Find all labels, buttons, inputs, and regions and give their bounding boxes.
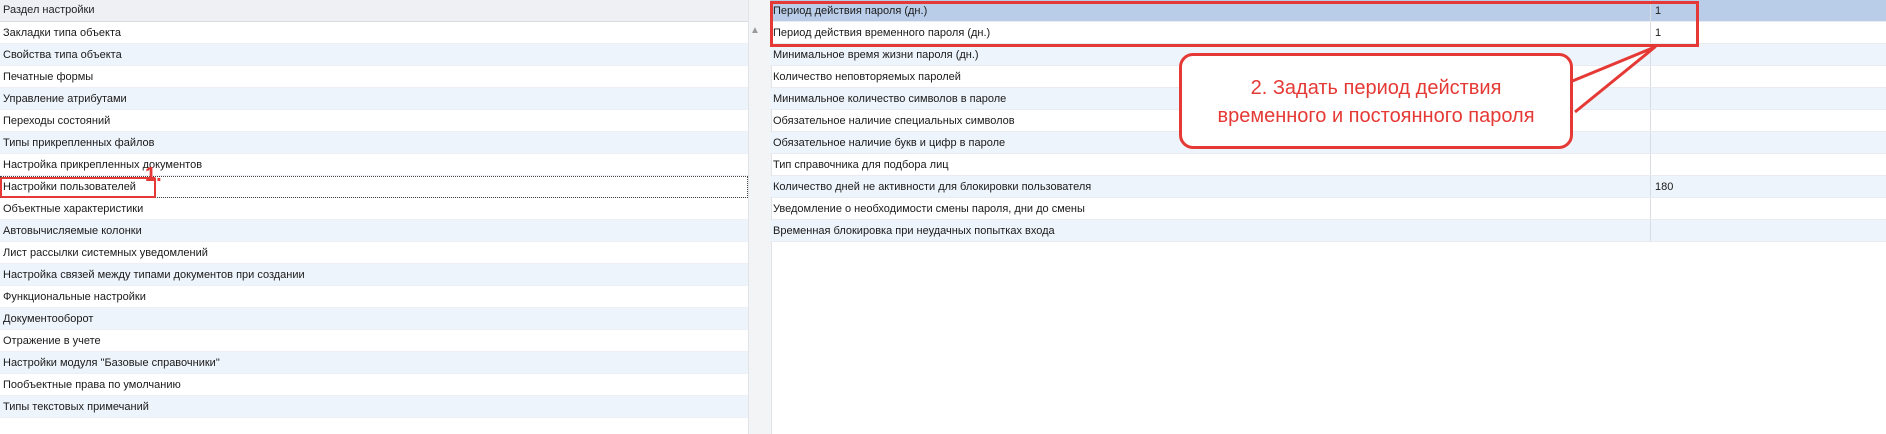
- callout-text-line-1: 2. Задать период действия: [1250, 77, 1502, 99]
- callout-text-line-2: временного и постоянного пароля: [1217, 105, 1535, 127]
- callout-pointer: [1569, 45, 1657, 114]
- annotation-callout-step-2: 2. Задать период действия временного и п…: [1179, 53, 1573, 149]
